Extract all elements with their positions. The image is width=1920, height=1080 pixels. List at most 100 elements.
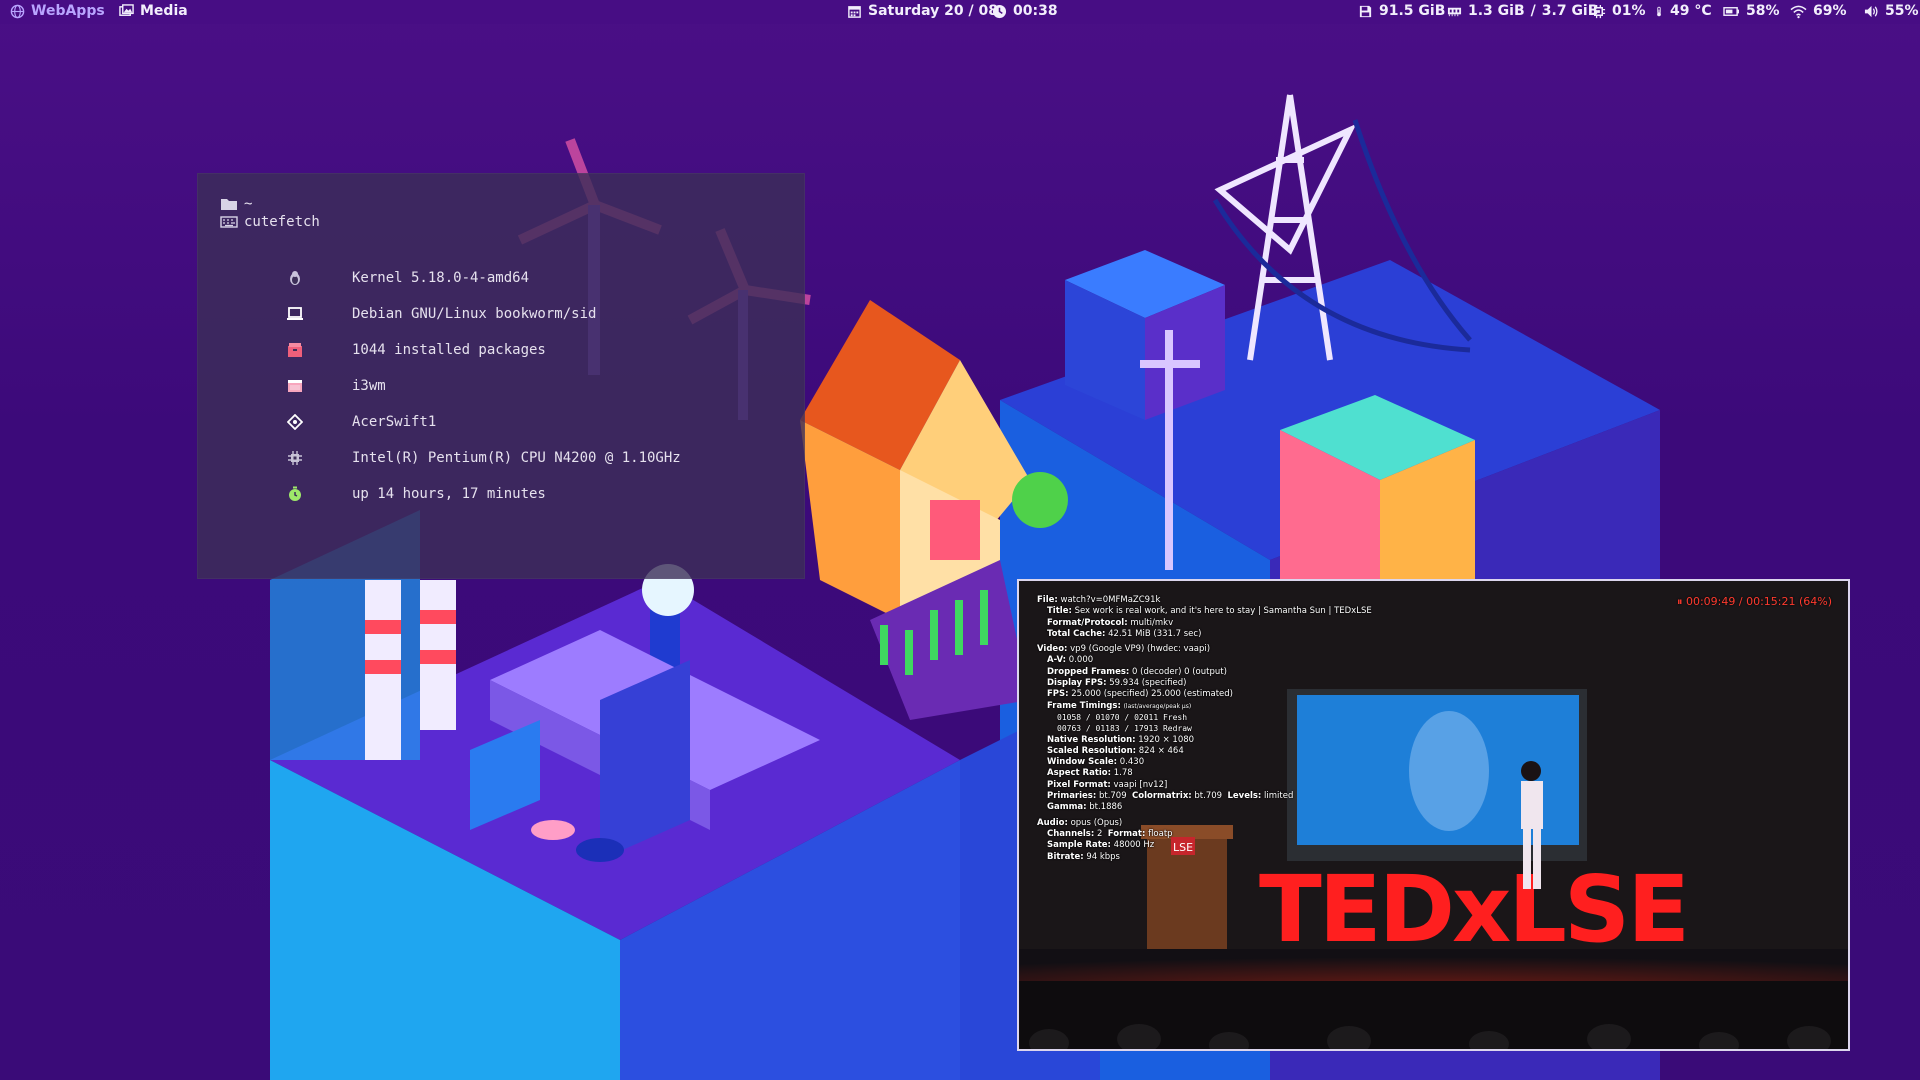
fetch-text: AcerSwift1	[352, 414, 437, 430]
wifi-icon	[1790, 5, 1807, 18]
stat-label: Sample Rate:	[1047, 840, 1111, 851]
stage-sign: TEDxLSE	[1259, 856, 1687, 963]
fetch-text: i3wm	[352, 378, 386, 394]
video-player-window[interactable]: LSE TEDxLSE ⏸ 00:09:49 / 00:15:21 (64%) …	[1017, 579, 1850, 1051]
fetch-text: 1044 installed packages	[352, 342, 546, 358]
wifi-text: 69%	[1813, 3, 1847, 19]
package-icon	[286, 341, 304, 359]
date-text: Saturday 20 / 08	[868, 3, 998, 19]
stat-aspect: 1.78	[1113, 768, 1133, 779]
fetch-text: Intel(R) Pentium(R) CPU N4200 @ 1.10GHz	[352, 450, 681, 466]
fetch-row-distro: Debian GNU/Linux bookworm/sid	[286, 304, 596, 324]
stat-label: FPS:	[1047, 689, 1069, 700]
battery-icon	[1723, 6, 1739, 16]
folder-icon	[221, 199, 237, 210]
stat-label: Scaled Resolution:	[1047, 745, 1137, 756]
stat-scaled-res: 824 × 464	[1138, 745, 1184, 756]
terminal-window[interactable]: ~ cutefetch Kernel 5.18.0-4-amd64 Debian…	[197, 173, 805, 579]
stat-channels: 2	[1096, 828, 1103, 839]
stat-title: Sex work is real work, and it's here to …	[1074, 606, 1372, 617]
stat-label: Frame Timings:	[1047, 700, 1121, 711]
stat-file: watch?v=0MFMaZC91k	[1060, 595, 1161, 605]
volume-widget[interactable]: 55%	[1864, 3, 1919, 19]
thermometer-icon	[1657, 6, 1661, 16]
cpu-text: 01%	[1612, 3, 1646, 19]
workspace-label: Media	[140, 3, 188, 19]
fetch-row-uptime: up 14 hours, 17 minutes	[286, 484, 546, 504]
cpu-icon	[286, 449, 304, 467]
stat-label: Pixel Format:	[1047, 779, 1111, 790]
stat-display-fps: 59.934 (specified)	[1109, 678, 1187, 689]
memory-separator: /	[1530, 3, 1536, 19]
temperature-widget[interactable]: 49 °C	[1654, 3, 1712, 19]
stat-label: Audio:	[1037, 817, 1068, 828]
stat-label: Title:	[1047, 606, 1072, 617]
stat-label: Gamma:	[1047, 802, 1087, 813]
clock-widget[interactable]: 00:38	[992, 3, 1058, 19]
fetch-row-packages: 1044 installed packages	[286, 340, 546, 360]
stat-label: Window Scale:	[1047, 757, 1118, 768]
stat-timings-head: (last/average/peak μs)	[1123, 702, 1192, 710]
stat-pixel-format: vaapi [nv12]	[1113, 779, 1168, 790]
prompt-command: cutefetch	[220, 214, 320, 230]
stat-label: Bitrate:	[1047, 851, 1084, 862]
floppy-disk-icon	[1359, 5, 1372, 17]
cpu-widget[interactable]: 01%	[1591, 3, 1646, 19]
prompt-cwd: ~	[220, 196, 252, 212]
stat-label: A-V:	[1047, 655, 1067, 666]
stat-av: 0.000	[1068, 655, 1094, 666]
battery-text: 58%	[1746, 3, 1780, 19]
temperature-text: 49 °C	[1670, 3, 1712, 19]
stat-format: multi/mkv	[1130, 617, 1174, 628]
cwd-text: ~	[244, 196, 253, 212]
stat-label: Total Cache:	[1047, 628, 1106, 639]
stats-overlay: File: watch?v=0MFMaZC91k Title: Sex work…	[1037, 595, 1372, 863]
stat-label: Primaries:	[1047, 791, 1097, 802]
wifi-widget[interactable]: 69%	[1790, 3, 1847, 19]
volume-text: 55%	[1885, 3, 1919, 19]
clock-text: 00:38	[1013, 3, 1058, 19]
stat-levels: limited	[1264, 791, 1294, 802]
stat-label: Colormatrix:	[1132, 791, 1192, 802]
stat-gamma: bt.1886	[1089, 802, 1123, 813]
memory-used: 1.3 GiB	[1468, 3, 1525, 19]
workspace-webapps[interactable]: WebApps	[10, 3, 105, 19]
stat-window-scale: 0.430	[1119, 757, 1145, 768]
fetch-text: Kernel 5.18.0-4-amd64	[352, 270, 530, 286]
stat-dropped: 0 (decoder) 0 (output)	[1132, 666, 1227, 677]
fetch-row-wm: i3wm	[286, 376, 386, 396]
stat-cache: 42.51 MiB (331.7 sec)	[1108, 628, 1202, 639]
disk-widget[interactable]: 91.5 GiB	[1358, 3, 1445, 19]
cpu-icon	[1591, 4, 1606, 18]
tux-icon	[286, 269, 304, 287]
globe-icon	[10, 4, 25, 18]
stat-colormatrix: bt.709	[1194, 791, 1223, 802]
stat-primaries: bt.709	[1098, 791, 1127, 802]
stat-timing-redraw: 00763 / 01183 / 17913 Redraw	[1057, 724, 1192, 734]
stopwatch-icon	[286, 485, 304, 503]
command-text: cutefetch	[244, 214, 320, 230]
stat-label: Format/Protocol:	[1047, 617, 1128, 628]
stat-label: Dropped Frames:	[1047, 666, 1130, 677]
stat-video: vp9 (Google VP9) (hwdec: vaapi)	[1070, 644, 1211, 655]
memory-icon	[1447, 7, 1462, 16]
stat-label: Video:	[1037, 644, 1068, 655]
stat-label: File:	[1037, 595, 1058, 605]
fetch-row-cpu: Intel(R) Pentium(R) CPU N4200 @ 1.10GHz	[286, 448, 681, 468]
fetch-text: up 14 hours, 17 minutes	[352, 486, 546, 502]
stat-native-res: 1920 × 1080	[1138, 734, 1195, 745]
laptop-icon	[286, 305, 304, 323]
stat-audio: opus (Opus)	[1070, 817, 1123, 828]
memory-widget[interactable]: 1.3 GiB / 3.7 GiB	[1447, 3, 1598, 19]
fetch-text: Debian GNU/Linux bookworm/sid	[352, 306, 597, 322]
calendar-icon	[848, 5, 861, 18]
clock-icon	[992, 4, 1007, 18]
workspace-media[interactable]: Media	[119, 3, 188, 19]
keyboard-icon	[220, 216, 238, 228]
images-icon	[119, 3, 134, 16]
stat-label: Format:	[1107, 828, 1146, 839]
battery-widget[interactable]: 58%	[1723, 3, 1780, 19]
date-widget[interactable]: Saturday 20 / 08	[847, 3, 998, 19]
stat-bitrate: 94 kbps	[1086, 851, 1120, 862]
stat-label: Levels:	[1227, 791, 1262, 802]
